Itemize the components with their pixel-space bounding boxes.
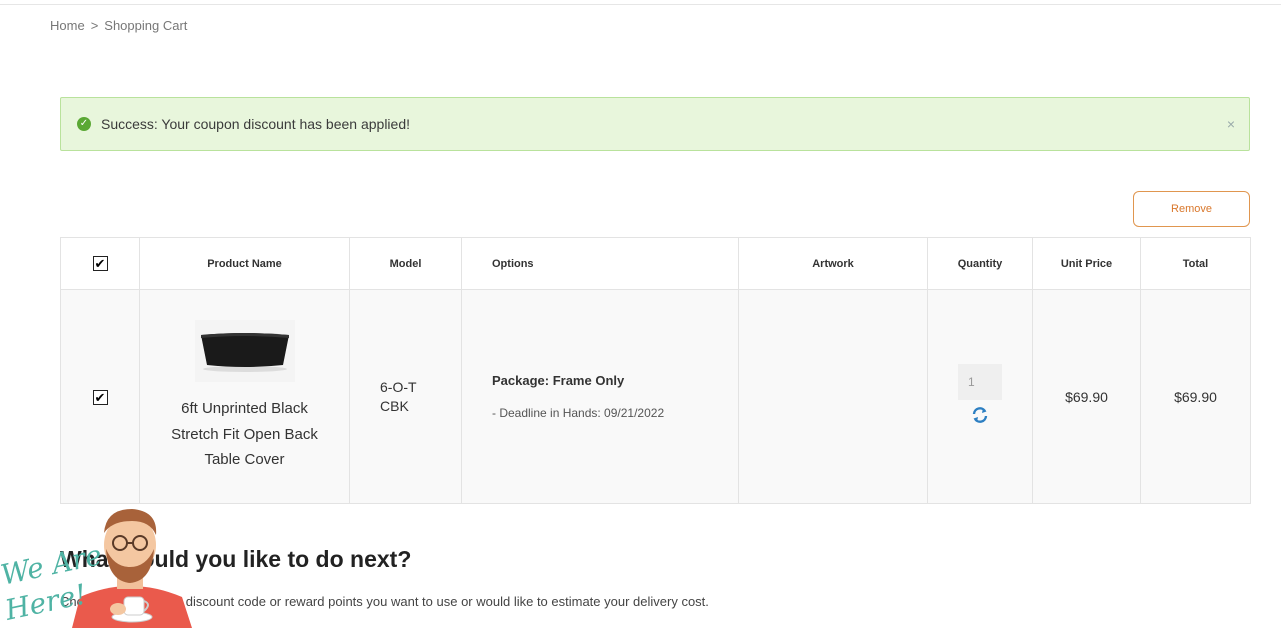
- artwork-cell: [738, 289, 928, 504]
- breadcrumb: Home > Shopping Cart: [50, 18, 187, 33]
- close-icon[interactable]: ×: [1227, 116, 1235, 132]
- check-circle-icon: ✓: [77, 117, 91, 131]
- row-select-cell: ✔: [60, 289, 140, 504]
- cart-table: ✔ Product Name Model Options Artwork Qua…: [60, 237, 1251, 504]
- model-value: 6-O-TCBK: [380, 378, 417, 414]
- table-row: ✔ 6ft Unprinted Black Stretch Fit Open B…: [60, 289, 1251, 504]
- refresh-icon[interactable]: [970, 406, 990, 429]
- header-artwork: Artwork: [738, 237, 928, 290]
- header-options: Options: [461, 237, 739, 290]
- header-model: Model: [349, 237, 462, 290]
- breadcrumb-separator: >: [90, 18, 99, 33]
- model-cell: 6-O-TCBK: [349, 289, 462, 504]
- quantity-input[interactable]: [958, 364, 1002, 400]
- remove-button[interactable]: Remove: [1133, 191, 1250, 227]
- product-image[interactable]: [194, 320, 295, 383]
- chat-mascot-widget[interactable]: We Are Here!: [0, 505, 200, 628]
- quantity-cell: [927, 289, 1033, 504]
- select-all-checkbox[interactable]: ✔: [92, 256, 108, 271]
- header-total: Total: [1140, 237, 1251, 290]
- unit-price-cell: $69.90: [1032, 289, 1141, 504]
- option-deadline: - Deadline in Hands: 09/21/2022: [492, 406, 665, 420]
- row-checkbox[interactable]: ✔: [92, 389, 108, 405]
- option-package: Package: Frame Only: [492, 373, 625, 388]
- header-product-name: Product Name: [139, 237, 350, 290]
- total-cell: $69.90: [1140, 289, 1251, 504]
- product-name-link[interactable]: 6ft Unprinted Black Stretch Fit Open Bac…: [140, 396, 349, 473]
- top-divider: [0, 4, 1281, 5]
- table-header-row: ✔ Product Name Model Options Artwork Qua…: [60, 237, 1251, 290]
- success-alert: ✓ Success: Your coupon discount has been…: [60, 97, 1250, 151]
- select-all-cell: ✔: [60, 237, 140, 290]
- breadcrumb-home[interactable]: Home: [50, 18, 85, 33]
- header-quantity: Quantity: [927, 237, 1033, 290]
- options-cell: Package: Frame Only - Deadline in Hands:…: [461, 289, 739, 504]
- header-unit-price: Unit Price: [1032, 237, 1141, 290]
- product-cell: 6ft Unprinted Black Stretch Fit Open Bac…: [139, 289, 350, 504]
- breadcrumb-current: Shopping Cart: [104, 18, 188, 33]
- alert-message: Success: Your coupon discount has been a…: [101, 116, 411, 132]
